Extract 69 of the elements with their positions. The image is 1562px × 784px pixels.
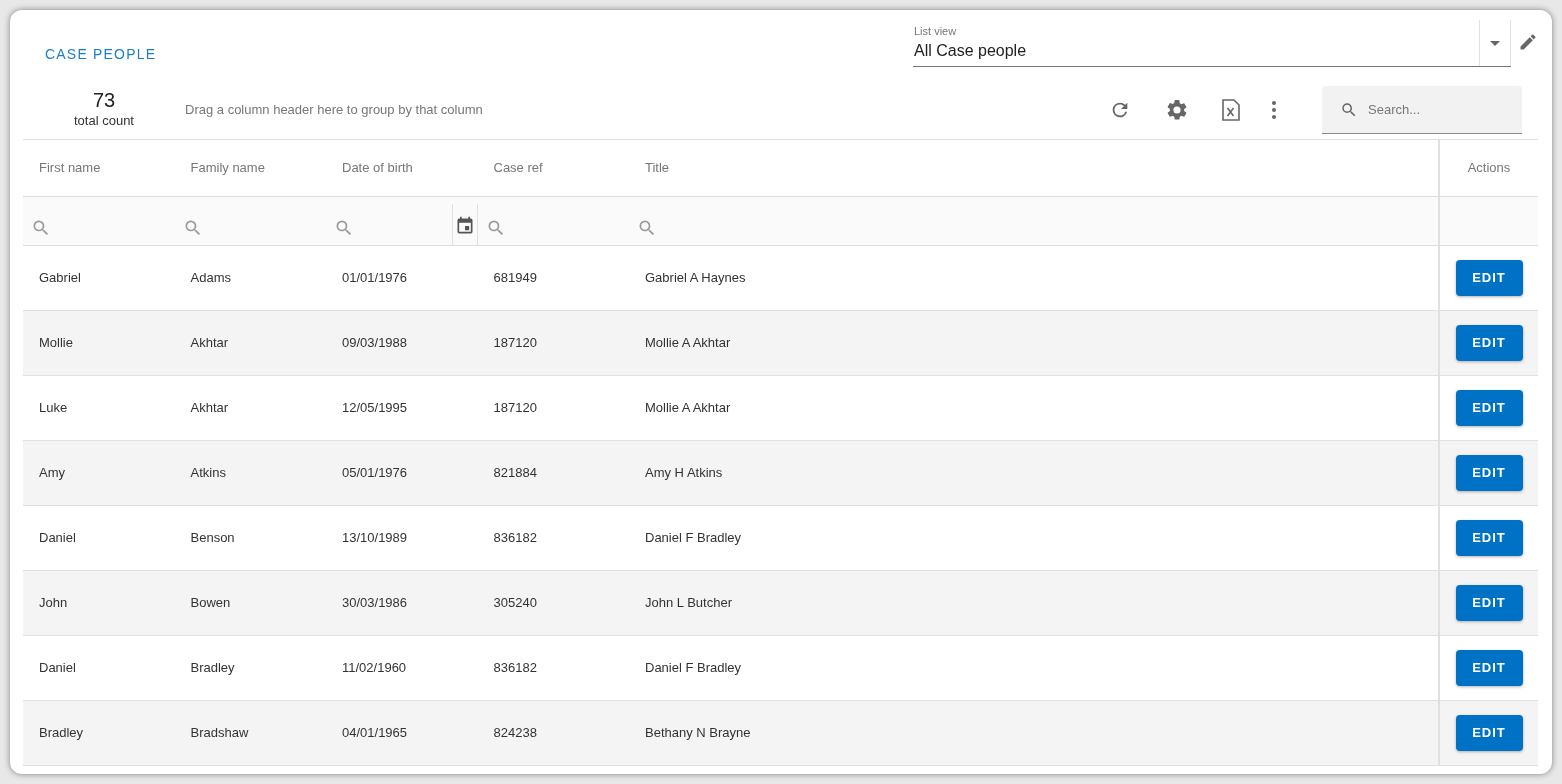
table-cell-text: 11/02/1960 (342, 659, 407, 678)
column-header[interactable]: Title (645, 158, 670, 178)
column-header: Actions (1467, 159, 1511, 178)
table-cell-text: Benson (190, 529, 235, 548)
table-cell-text: Gabriel (39, 269, 81, 288)
table-cell-text: Amy H Atkins (645, 464, 723, 483)
table-cell-text: 821884 (493, 464, 537, 483)
table-cell-text: Bradley (39, 724, 84, 743)
filter-search-icon[interactable] (31, 218, 51, 238)
column-header[interactable]: Case ref (493, 158, 543, 178)
more-options-icon[interactable] (1271, 99, 1277, 120)
table-cell-text: Bradley (190, 659, 235, 678)
table-cell-text: 12/05/1995 (342, 399, 408, 418)
list-view-select[interactable]: List view All Case people (913, 20, 1511, 67)
edit-button[interactable]: EDIT (1455, 520, 1523, 556)
table-cell-text: 836182 (493, 529, 537, 548)
table-cell-text: 13/10/1989 (342, 529, 408, 548)
table-cell-text: 305240 (493, 594, 537, 613)
table-cell-text: Mollie A Akhtar (645, 399, 731, 418)
edit-button[interactable]: EDIT (1455, 650, 1523, 686)
table-cell-text: Akhtar (190, 334, 229, 353)
search-icon (1340, 100, 1358, 119)
edit-button[interactable]: EDIT (1455, 585, 1523, 621)
table-cell-text: 187120 (493, 334, 537, 353)
total-count: 73 (92, 88, 116, 111)
edit-button[interactable]: EDIT (1455, 455, 1523, 491)
search-field[interactable]: Search... (1322, 85, 1522, 134)
table-cell-text: Akhtar (190, 399, 229, 418)
table-cell-text: Mollie A Akhtar (645, 334, 731, 353)
table-cell-text: Amy (39, 464, 65, 483)
pencil-icon[interactable] (1518, 32, 1538, 52)
filter-search-icon[interactable] (334, 218, 354, 238)
edit-button[interactable]: EDIT (1455, 325, 1523, 361)
table-cell-text: 836182 (493, 659, 537, 678)
table-cell-text: 30/03/1986 (342, 594, 408, 613)
total-count-label: total count (74, 111, 134, 130)
table-cell-text: John (39, 594, 68, 613)
column-header[interactable]: Date of birth (342, 158, 413, 178)
edit-button[interactable]: EDIT (1455, 390, 1523, 426)
table-cell-text: John L Butcher (645, 594, 732, 613)
table-cell-text: Daniel (39, 529, 76, 548)
table-cell-text: Bradshaw (190, 724, 249, 743)
table-cell-text: Bethany N Brayne (645, 724, 751, 743)
table-cell-text: 824238 (493, 724, 537, 743)
table-cell-text: 09/03/1988 (342, 334, 408, 353)
settings-icon[interactable] (1165, 97, 1189, 122)
table-cell-text: 681949 (493, 269, 537, 288)
spreadsheet-file-icon[interactable] (1221, 98, 1241, 121)
table-cell-text: 187120 (493, 399, 537, 418)
filter-search-icon[interactable] (637, 218, 657, 238)
dropdown-caret-icon (1490, 40, 1500, 46)
group-by-hint: Drag a column header here to group by that column (185, 100, 483, 119)
table-cell-text: Mollie (39, 334, 73, 353)
column-header[interactable]: Family name (190, 158, 265, 178)
page-title: CASE PEOPLE (45, 45, 157, 64)
edit-button[interactable]: EDIT (1455, 715, 1523, 751)
column-header[interactable]: First name (39, 158, 101, 178)
table-cell-text: Daniel F Bradley (645, 529, 742, 548)
table-cell-text: Daniel (39, 659, 76, 678)
table-cell-text: Atkins (190, 464, 226, 483)
table-cell-text: 05/01/1976 (342, 464, 408, 483)
table-cell-text: Gabriel A Haynes (645, 269, 746, 288)
table-cell-text: 01/01/1976 (342, 269, 408, 288)
table-cell-text: 04/01/1965 (342, 724, 408, 743)
table-cell-text: Bowen (190, 594, 231, 613)
table-cell-text: Adams (190, 269, 231, 288)
table-cell-text: Daniel F Bradley (645, 659, 742, 678)
table-cell-text: Luke (39, 399, 68, 418)
edit-button[interactable]: EDIT (1455, 260, 1523, 296)
